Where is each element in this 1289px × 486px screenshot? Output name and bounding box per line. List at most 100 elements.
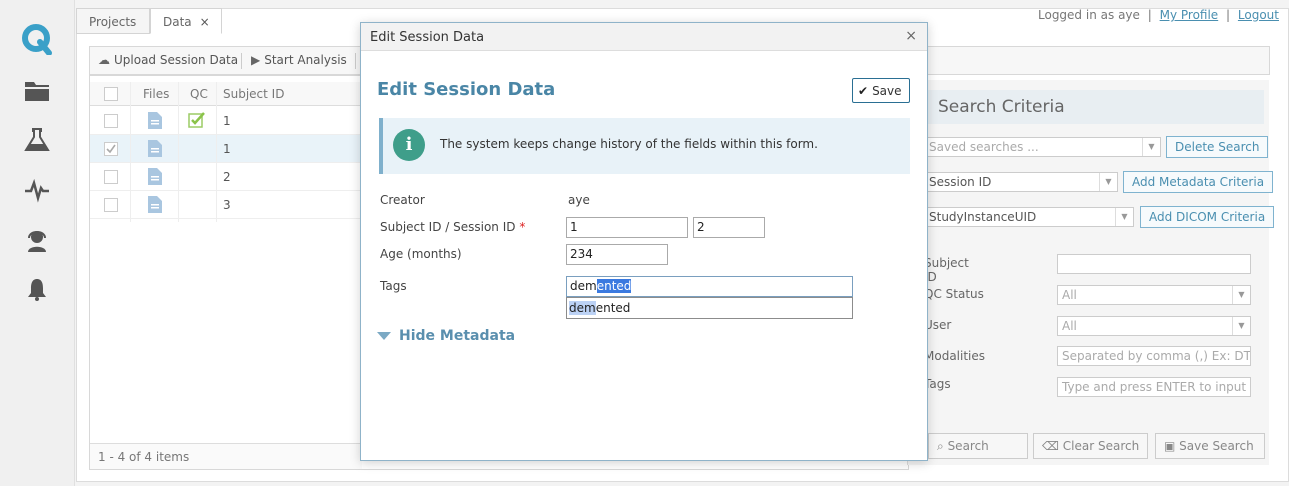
save-label: Save xyxy=(872,84,902,98)
session-id-input[interactable]: 2 xyxy=(693,217,765,238)
support-agent-icon[interactable] xyxy=(24,227,50,253)
close-icon[interactable]: × xyxy=(905,28,917,44)
left-rail xyxy=(0,0,75,486)
folder-icon[interactable] xyxy=(24,78,50,104)
suggestion-rest: ented xyxy=(595,301,631,315)
chevron-down-icon: ▼ xyxy=(1232,317,1250,335)
column-subject-id[interactable]: Subject ID xyxy=(223,87,284,101)
pulse-icon[interactable] xyxy=(24,177,50,203)
required-marker: * xyxy=(519,220,526,234)
save-button[interactable]: ✔ Save xyxy=(852,78,910,103)
search-icon: ⌕ xyxy=(937,439,944,453)
logged-in-prefix: Logged in as xyxy=(1038,8,1115,22)
chevron-down-icon: ▼ xyxy=(1099,173,1117,191)
upload-session-data-button[interactable]: ☁ Upload Session Data xyxy=(98,53,238,67)
toolbar-divider xyxy=(355,53,356,69)
search-button[interactable]: ⌕ Search xyxy=(928,433,1028,459)
column-divider xyxy=(178,82,179,222)
info-banner: i The system keeps change history of the… xyxy=(379,118,910,174)
subject-id-label: Subject ID xyxy=(924,256,969,284)
play-icon: ▶ xyxy=(251,53,261,67)
dialog-titlebar: Edit Session Data × xyxy=(361,23,927,51)
save-search-button[interactable]: ▣ Save Search xyxy=(1155,433,1265,459)
app-logo-icon[interactable] xyxy=(21,23,53,55)
file-icon[interactable] xyxy=(148,112,162,129)
subject-id-cell: 1 xyxy=(223,142,231,156)
select-all-checkbox[interactable] xyxy=(104,87,118,101)
user-select[interactable]: All ▼ xyxy=(1057,316,1251,336)
my-profile-link[interactable]: My Profile xyxy=(1160,8,1219,22)
tags-autocomplete-selection: ented xyxy=(596,279,632,293)
bell-icon[interactable] xyxy=(24,276,50,302)
search-criteria-title: Search Criteria xyxy=(928,90,1264,124)
file-icon[interactable] xyxy=(148,196,162,213)
qc-status-select[interactable]: All ▼ xyxy=(1057,285,1251,305)
subject-session-label-text: Subject ID / Session ID xyxy=(380,220,516,234)
flask-icon[interactable] xyxy=(24,127,50,153)
clear-search-label: Clear Search xyxy=(1062,439,1140,453)
metadata-select-value: Session ID xyxy=(929,175,992,189)
logout-link[interactable]: Logout xyxy=(1238,8,1279,22)
tab-data[interactable]: Data × xyxy=(150,8,222,34)
qc-status-label: QC Status xyxy=(924,287,984,301)
chevron-down-icon: ▼ xyxy=(1115,208,1133,226)
qc-check-icon xyxy=(188,112,205,128)
suggestion-match: dem xyxy=(569,301,596,315)
start-label: Start Analysis xyxy=(264,53,347,67)
row-checkbox[interactable] xyxy=(104,170,118,184)
column-files[interactable]: Files xyxy=(143,87,169,101)
dicom-criteria-select[interactable]: StudyInstanceUID ▼ xyxy=(924,207,1134,227)
creator-value: aye xyxy=(568,193,590,207)
subject-id-field[interactable] xyxy=(1057,254,1251,274)
tags-input[interactable]: Type and press ENTER to input tag xyxy=(1057,377,1251,397)
triangle-down-icon xyxy=(377,332,391,340)
chevron-down-icon: ▼ xyxy=(1232,286,1250,304)
age-input[interactable]: 234 xyxy=(566,244,668,265)
upload-label: Upload Session Data xyxy=(114,53,239,67)
tags-input[interactable]: demented xyxy=(566,276,853,297)
search-button-label: Search xyxy=(947,439,989,453)
creator-label: Creator xyxy=(380,193,425,207)
dialog-window-title: Edit Session Data xyxy=(370,30,485,45)
hide-metadata-toggle[interactable]: Hide Metadata xyxy=(377,328,515,344)
pager-info: 1 - 4 of 4 items xyxy=(98,450,190,464)
clear-search-button[interactable]: ⌫ Clear Search xyxy=(1033,433,1148,459)
add-metadata-criteria-button[interactable]: Add Metadata Criteria xyxy=(1123,171,1274,193)
saved-searches-select[interactable]: Saved searches ... ▼ xyxy=(924,137,1161,157)
file-icon[interactable] xyxy=(148,140,162,157)
tags-typed-text: dem xyxy=(570,279,597,293)
info-text: The system keeps change history of the f… xyxy=(440,137,818,151)
column-qc[interactable]: QC xyxy=(190,87,208,101)
start-analysis-button[interactable]: ▶ Start Analysis xyxy=(251,53,347,67)
subject-id-cell: 2 xyxy=(223,170,231,184)
dicom-select-value: StudyInstanceUID xyxy=(929,210,1037,224)
tab-projects[interactable]: Projects xyxy=(76,8,150,34)
saved-searches-placeholder: Saved searches ... xyxy=(929,140,1039,154)
grid-pager: 1 - 4 of 4 items xyxy=(90,443,362,469)
row-checkbox[interactable] xyxy=(104,114,118,128)
checkmark-icon xyxy=(106,144,116,154)
backspace-icon: ⌫ xyxy=(1042,439,1059,453)
save-search-label: Save Search xyxy=(1179,439,1254,453)
checkmark-icon: ✔ xyxy=(858,84,869,98)
cloud-upload-icon: ☁ xyxy=(98,53,110,67)
delete-search-button[interactable]: Delete Search xyxy=(1166,136,1269,158)
column-divider xyxy=(216,82,217,222)
toolbar-divider xyxy=(241,53,242,69)
tab-projects-label: Projects xyxy=(89,15,137,29)
modalities-input[interactable]: Separated by comma (,) Ex: DTI,T1 xyxy=(1057,346,1251,366)
separator: | xyxy=(1226,8,1231,22)
tab-close-icon[interactable]: × xyxy=(200,15,210,29)
tag-suggestion-item[interactable]: demented xyxy=(566,297,853,319)
row-checkbox-checked[interactable] xyxy=(104,142,118,156)
hide-metadata-label: Hide Metadata xyxy=(399,328,516,344)
add-dicom-criteria-button[interactable]: Add DICOM Criteria xyxy=(1140,206,1275,228)
dialog-heading: Edit Session Data xyxy=(377,79,556,100)
qc-status-value: All xyxy=(1062,288,1077,302)
metadata-criteria-select[interactable]: Session ID ▼ xyxy=(924,172,1118,192)
tags-placeholder: Type and press ENTER to input tag xyxy=(1062,380,1251,394)
subject-id-input[interactable]: 1 xyxy=(566,217,688,238)
row-checkbox[interactable] xyxy=(104,198,118,212)
subject-id-cell: 3 xyxy=(223,198,231,212)
file-icon[interactable] xyxy=(148,168,162,185)
